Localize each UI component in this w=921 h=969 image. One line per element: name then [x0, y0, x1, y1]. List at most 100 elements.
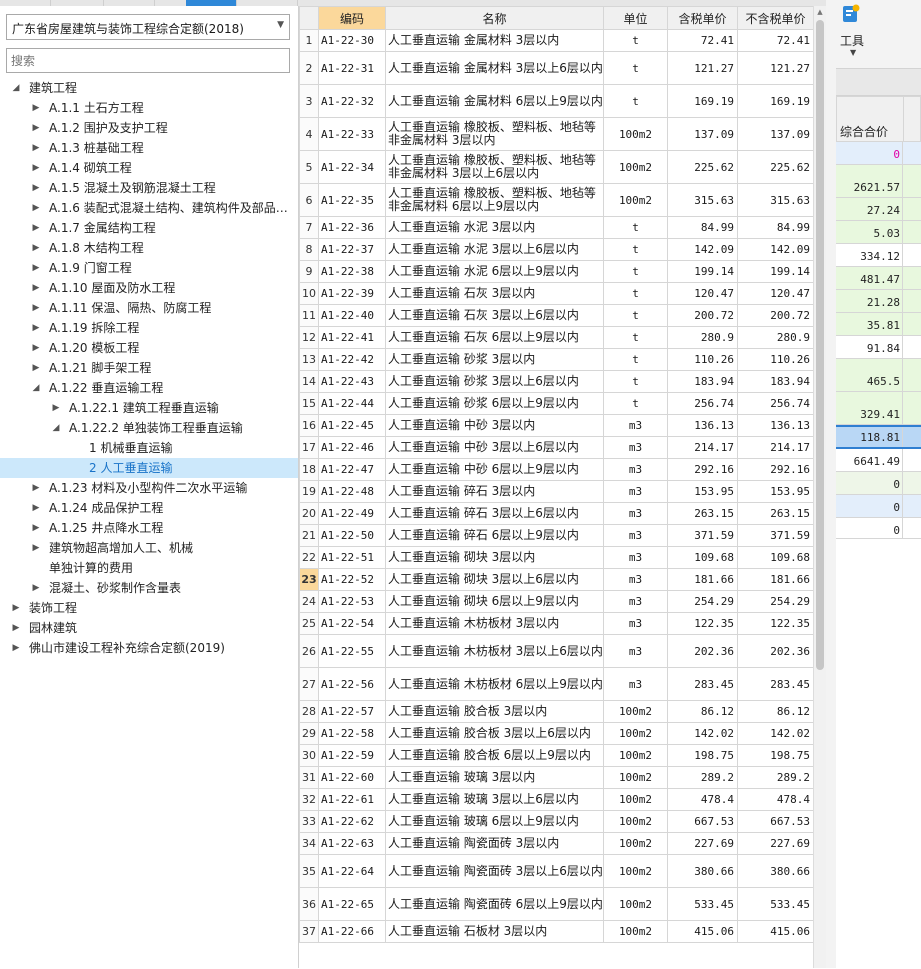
- tax-incl-price-cell[interactable]: 256.74: [667, 392, 738, 415]
- column-header-tax-incl-price[interactable]: 含税单价: [667, 6, 738, 30]
- table-row[interactable]: 27 A1-22-56 人工垂直运输 木枋板材 6层以上9层以内 m3 283.45 28…: [299, 667, 813, 701]
- tax-excl-price-cell[interactable]: 84.99: [737, 216, 813, 239]
- collapsed-triangle-icon[interactable]: ▶: [30, 358, 42, 378]
- row-number-cell[interactable]: 3: [299, 84, 319, 118]
- tax-incl-price-cell[interactable]: 109.68: [667, 546, 738, 569]
- expanded-triangle-icon[interactable]: ◢: [30, 378, 42, 398]
- name-cell[interactable]: 人工垂直运输 橡胶板、塑料板、地毡等非金属材料 3层以内: [385, 117, 604, 151]
- tax-excl-price-cell[interactable]: 86.12: [737, 700, 813, 723]
- collapsed-triangle-icon[interactable]: ▶: [30, 118, 42, 138]
- unit-cell[interactable]: t: [603, 238, 668, 261]
- tax-incl-price-cell[interactable]: 315.63: [667, 183, 738, 217]
- name-cell[interactable]: 人工垂直运输 玻璃 3层以内: [385, 766, 604, 789]
- unit-cell[interactable]: t: [603, 282, 668, 305]
- tax-excl-price-cell[interactable]: 280.9: [737, 326, 813, 349]
- tax-incl-price-cell[interactable]: 263.15: [667, 502, 738, 525]
- chevron-down-icon[interactable]: ▼: [850, 48, 856, 57]
- scroll-up-arrow-icon[interactable]: ▲: [814, 6, 826, 18]
- table-row[interactable]: 30 A1-22-59 人工垂直运输 胶合板 6层以上9层以内 100m2 198.75…: [299, 744, 813, 767]
- tax-incl-price-cell[interactable]: 380.66: [667, 854, 738, 888]
- tax-incl-price-cell[interactable]: 110.26: [667, 348, 738, 371]
- collapsed-triangle-icon[interactable]: ▶: [30, 298, 42, 318]
- unit-cell[interactable]: m3: [603, 436, 668, 459]
- tree-node[interactable]: ▶ A.1.10 屋面及防水工程: [0, 278, 298, 298]
- unit-cell[interactable]: t: [603, 29, 668, 52]
- row-number-cell[interactable]: 14: [299, 370, 319, 393]
- table-row[interactable]: 6 A1-22-35 人工垂直运输 橡胶板、塑料板、地毡等非金属材料 6层以上9层以…: [299, 183, 813, 217]
- tax-excl-price-cell[interactable]: 142.02: [737, 722, 813, 745]
- tree-node[interactable]: ▶ A.1.6 装配式混凝土结构、建筑构件及部品…: [0, 198, 298, 218]
- tools-button[interactable]: 工具 ▼: [836, 4, 876, 64]
- row-number-cell[interactable]: 11: [299, 304, 319, 327]
- tree-node[interactable]: ▶ A.1.24 成品保护工程: [0, 498, 298, 518]
- name-cell[interactable]: 人工垂直运输 金属材料 3层以内: [385, 29, 604, 52]
- column-header-name[interactable]: 名称: [385, 6, 604, 30]
- tree-node[interactable]: ▶ A.1.9 门窗工程: [0, 258, 298, 278]
- row-number-cell[interactable]: 29: [299, 722, 319, 745]
- unit-cell[interactable]: m3: [603, 634, 668, 668]
- summary-cell[interactable]: 334.12: [836, 244, 921, 267]
- tax-excl-price-cell[interactable]: 110.26: [737, 348, 813, 371]
- code-cell[interactable]: A1-22-55: [318, 634, 386, 668]
- table-row[interactable]: 26 A1-22-55 人工垂直运输 木枋板材 3层以上6层以内 m3 202.36 20…: [299, 634, 813, 668]
- tax-excl-price-cell[interactable]: 256.74: [737, 392, 813, 415]
- tree-node[interactable]: ◢ 建筑工程: [0, 78, 298, 98]
- unit-cell[interactable]: 100m2: [603, 183, 668, 217]
- code-cell[interactable]: A1-22-38: [318, 260, 386, 283]
- table-row[interactable]: 29 A1-22-58 人工垂直运输 胶合板 3层以上6层以内 100m2 142.02…: [299, 722, 813, 745]
- table-row[interactable]: 34 A1-22-63 人工垂直运输 陶瓷面砖 3层以内 100m2 227.69 227…: [299, 832, 813, 855]
- unit-cell[interactable]: 100m2: [603, 887, 668, 921]
- tax-excl-price-cell[interactable]: 289.2: [737, 766, 813, 789]
- code-cell[interactable]: A1-22-42: [318, 348, 386, 371]
- tax-excl-price-cell[interactable]: 198.75: [737, 744, 813, 767]
- unit-cell[interactable]: 100m2: [603, 744, 668, 767]
- row-number-cell[interactable]: 30: [299, 744, 319, 767]
- code-cell[interactable]: A1-22-33: [318, 117, 386, 151]
- unit-cell[interactable]: m3: [603, 524, 668, 547]
- tax-incl-price-cell[interactable]: 415.06: [667, 920, 738, 943]
- collapsed-triangle-icon[interactable]: ▶: [30, 338, 42, 358]
- name-cell[interactable]: 人工垂直运输 砂浆 6层以上9层以内: [385, 392, 604, 415]
- tax-excl-price-cell[interactable]: 371.59: [737, 524, 813, 547]
- tax-excl-price-cell[interactable]: 380.66: [737, 854, 813, 888]
- table-row[interactable]: 36 A1-22-65 人工垂直运输 陶瓷面砖 6层以上9层以内 100m2 533.4…: [299, 887, 813, 921]
- row-number-cell[interactable]: 9: [299, 260, 319, 283]
- table-row[interactable]: 19 A1-22-48 人工垂直运输 碎石 3层以内 m3 153.95 153.95: [299, 480, 813, 503]
- table-row[interactable]: 35 A1-22-64 人工垂直运输 陶瓷面砖 3层以上6层以内 100m2 380.6…: [299, 854, 813, 888]
- row-number-cell[interactable]: 24: [299, 590, 319, 613]
- code-cell[interactable]: A1-22-49: [318, 502, 386, 525]
- name-cell[interactable]: 人工垂直运输 金属材料 6层以上9层以内: [385, 84, 604, 118]
- tax-excl-price-cell[interactable]: 315.63: [737, 183, 813, 217]
- table-row[interactable]: 18 A1-22-47 人工垂直运输 中砂 6层以上9层以内 m3 292.16 292.…: [299, 458, 813, 481]
- search-input[interactable]: [6, 48, 290, 73]
- collapsed-triangle-icon[interactable]: ▶: [50, 398, 62, 418]
- unit-cell[interactable]: m3: [603, 667, 668, 701]
- tax-excl-price-cell[interactable]: 214.17: [737, 436, 813, 459]
- unit-cell[interactable]: t: [603, 348, 668, 371]
- tree-node[interactable]: ▶ A.1.3 桩基础工程: [0, 138, 298, 158]
- name-cell[interactable]: 人工垂直运输 石板材 3层以内: [385, 920, 604, 943]
- tax-excl-price-cell[interactable]: 137.09: [737, 117, 813, 151]
- unit-cell[interactable]: 100m2: [603, 722, 668, 745]
- summary-cell[interactable]: 27.24: [836, 198, 921, 221]
- row-number-cell[interactable]: 35: [299, 854, 319, 888]
- code-cell[interactable]: A1-22-63: [318, 832, 386, 855]
- summary-cell[interactable]: 91.84: [836, 336, 921, 359]
- collapsed-triangle-icon[interactable]: ▶: [30, 278, 42, 298]
- tax-incl-price-cell[interactable]: 199.14: [667, 260, 738, 283]
- unit-cell[interactable]: 100m2: [603, 832, 668, 855]
- table-row[interactable]: 17 A1-22-46 人工垂直运输 中砂 3层以上6层以内 m3 214.17 214.…: [299, 436, 813, 459]
- tree-node[interactable]: ▶ A.1.1 土石方工程: [0, 98, 298, 118]
- code-cell[interactable]: A1-22-30: [318, 29, 386, 52]
- row-number-cell[interactable]: 18: [299, 458, 319, 481]
- tax-incl-price-cell[interactable]: 86.12: [667, 700, 738, 723]
- tree-node[interactable]: ◢ A.1.22 垂直运输工程: [0, 378, 298, 398]
- table-row[interactable]: 33 A1-22-62 人工垂直运输 玻璃 6层以上9层以内 100m2 667.53 6…: [299, 810, 813, 833]
- tree-node[interactable]: ▶ A.1.7 金属结构工程: [0, 218, 298, 238]
- tax-incl-price-cell[interactable]: 227.69: [667, 832, 738, 855]
- code-cell[interactable]: A1-22-66: [318, 920, 386, 943]
- table-row[interactable]: 5 A1-22-34 人工垂直运输 橡胶板、塑料板、地毡等非金属材料 3层以上6层以…: [299, 150, 813, 184]
- code-cell[interactable]: A1-22-54: [318, 612, 386, 635]
- tree-node[interactable]: ▶ A.1.19 拆除工程: [0, 318, 298, 338]
- row-number-cell[interactable]: 27: [299, 667, 319, 701]
